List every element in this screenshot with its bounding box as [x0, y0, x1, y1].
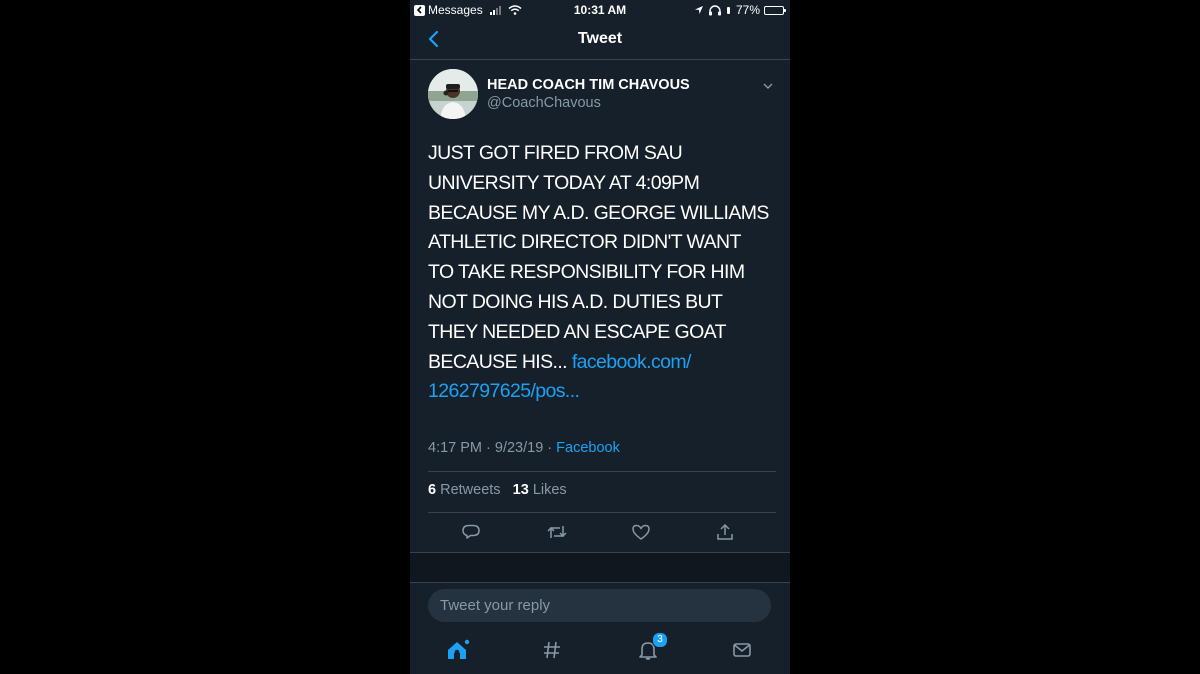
tweet-link[interactable]: facebook.com/: [572, 351, 692, 373]
tweet-timestamp: 4:17 PM · 9/23/19 ·: [428, 440, 557, 456]
tweet-text-line: TO TAKE RESPONSIBILITY FOR HIM: [428, 261, 745, 284]
likes-count: 13: [512, 482, 529, 498]
divider: [428, 512, 776, 513]
divider: [428, 471, 776, 472]
tweet-link-continued[interactable]: 1262797625/pos...: [428, 380, 580, 402]
tweet-text-line: JUST GOT FIRED FROM SAU: [428, 142, 683, 164]
mail-icon: [733, 643, 751, 657]
retweets-count: 6: [428, 482, 437, 498]
tweet-text-line: NOT DOING HIS A.D. DUTIES BUT: [428, 290, 723, 313]
author-name[interactable]: HEAD COACH TIM CHAVOUS: [487, 77, 690, 93]
like-button[interactable]: [628, 519, 654, 545]
tweet-text-line: BECAUSE MY A.D. GEORGE WILLIAMS: [428, 201, 769, 224]
status-right: 77%: [694, 3, 786, 17]
retweet-button[interactable]: [544, 519, 570, 545]
tab-messages[interactable]: [728, 636, 756, 664]
status-bar: Messages 10:31 AM 77%: [410, 0, 790, 20]
battery-icon: [764, 5, 786, 15]
tweet-text-line: ATHLETIC DIRECTOR DIDN'T WANT: [428, 231, 741, 254]
home-icon: [448, 639, 470, 659]
notifications-badge: 3: [652, 632, 668, 648]
alarm-icon: [726, 6, 730, 14]
page-title: Tweet: [577, 30, 623, 47]
tweet-text-line: UNIVERSITY TODAY AT 4:09PM: [428, 171, 700, 194]
tweet-source[interactable]: Facebook: [556, 440, 620, 456]
tweet-text-line: THEY NEEDED AN ESCAPE GOAT: [428, 320, 727, 343]
tab-explore[interactable]: [538, 636, 566, 664]
tweet-stats: 6 Retweets 13 Likes: [428, 482, 567, 498]
reply-input[interactable]: [440, 589, 760, 622]
battery-percent: 77%: [735, 3, 760, 17]
headphones-icon: [708, 4, 721, 15]
tab-bar: 3: [410, 628, 790, 674]
chevron-down-icon[interactable]: [762, 80, 774, 92]
phone-screen: Messages 10:31 AM 77% Tweet HEAD COACH T…: [410, 0, 790, 674]
retweet-icon: [547, 526, 567, 538]
likes-label: Likes: [532, 482, 567, 498]
reply-button[interactable]: [458, 519, 484, 545]
share-icon: [717, 523, 733, 540]
reply-icon: [462, 524, 480, 539]
reply-composer: [428, 589, 771, 622]
tweet-meta: 4:17 PM · 9/23/19 · Facebook: [428, 440, 620, 456]
tweet-text: JUST GOT FIRED FROM SAU UNIVERSITY TODAY…: [428, 139, 783, 407]
section-separator: [410, 552, 790, 583]
tweet-text-line: BECAUSE HIS...: [428, 350, 568, 373]
share-button[interactable]: [712, 519, 738, 545]
tweet-actions: [428, 519, 776, 545]
hashtag-icon: [544, 641, 560, 659]
retweets-label: Retweets: [440, 482, 501, 498]
heart-icon: [632, 524, 650, 540]
tab-home[interactable]: [444, 636, 472, 664]
likes-stat[interactable]: 13 Likes: [513, 482, 567, 498]
retweets-stat[interactable]: 6 Retweets: [428, 482, 501, 498]
nav-bar: Tweet: [410, 20, 790, 60]
location-arrow-icon: [694, 6, 703, 14]
author-handle[interactable]: @CoachChavous: [487, 95, 601, 111]
avatar[interactable]: [428, 69, 478, 119]
tab-notifications[interactable]: 3: [634, 632, 668, 664]
